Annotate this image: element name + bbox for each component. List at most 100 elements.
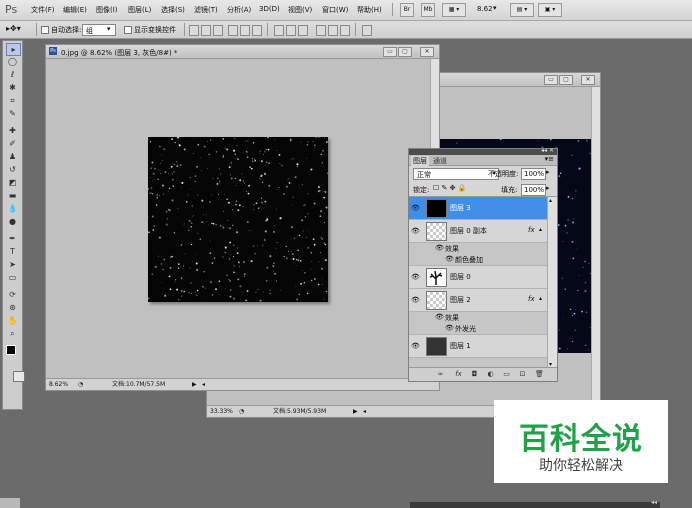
lock-icons[interactable]: ☐ ✎ ✥ 🔒 [433,184,466,192]
effects-row[interactable]: 👁 效果 [409,243,547,254]
delete-layer-icon[interactable]: 🗑 [535,371,544,378]
gradient-tool-icon[interactable]: ▬ [6,190,19,201]
collapse-effects-icon[interactable]: ▴ [539,295,542,302]
adjustment-layer-icon[interactable]: ◐ [487,371,494,378]
auto-align-layers-icon[interactable] [362,25,372,36]
eyedropper-tool-icon[interactable]: ✎ [6,108,19,119]
opacity-field[interactable]: 100% [521,168,546,180]
quick-selection-tool-icon[interactable]: ✱ [6,82,19,93]
distribute-vcenter-icon[interactable] [286,25,296,36]
blend-mode-dropdown[interactable]: 正常 ▾ [413,168,499,180]
doc1-scroll-left-icon[interactable]: ◂ [202,379,205,390]
menu-help[interactable]: 帮助(H) [357,5,382,15]
hand-tool-icon[interactable]: ✋ [6,315,19,326]
visibility-eye-icon[interactable]: 👁 [411,227,420,235]
minimize-icon[interactable]: ▭ [383,47,397,57]
align-vcenter-icon[interactable] [201,25,211,36]
arrange-documents-icon[interactable]: ▤ ▾ [510,3,534,17]
screen-mode-icon[interactable]: ▣ ▾ [538,3,562,17]
menu-layer[interactable]: 图层(L) [128,5,151,15]
align-top-icon[interactable] [189,25,199,36]
auto-select-checkbox[interactable]: 自动选择: [41,25,81,35]
close-icon[interactable]: ✕ [581,75,595,85]
fx-badge-icon[interactable]: fx [528,295,535,303]
collapse-panel-icon[interactable]: ◂◂ [651,499,657,506]
zoom-tool-icon[interactable]: ⌕ [6,328,19,339]
visibility-eye-icon[interactable]: 👁 [411,342,420,350]
menu-window[interactable]: 窗口(W) [322,5,348,15]
lasso-tool-icon[interactable]: ℓ [6,69,19,80]
layer-row[interactable]: 👁 图层 1 [409,335,547,358]
type-tool-icon[interactable]: T [6,246,19,257]
align-left-icon[interactable] [228,25,238,36]
menu-filter[interactable]: 滤镜(T) [194,5,218,15]
visibility-eye-icon[interactable]: 👁 [411,273,420,281]
eraser-tool-icon[interactable]: ◩ [6,177,19,188]
rectangle-tool-icon[interactable]: ▭ [6,272,19,283]
clone-stamp-tool-icon[interactable]: ♟ [6,151,19,162]
layer-row[interactable]: 👁 图层 0 [409,266,547,289]
scroll-up-icon[interactable]: ▴ [549,197,552,204]
add-style-icon[interactable]: fx [455,371,462,378]
minimize-icon[interactable]: ▭ [544,75,558,85]
path-selection-tool-icon[interactable]: ➤ [6,259,19,270]
blur-tool-icon[interactable]: 💧 [6,203,19,214]
show-transform-checkbox[interactable]: 显示变换控件 [124,25,176,35]
auto-select-dropdown[interactable]: 组 ▾ [82,24,116,36]
align-right-icon[interactable] [252,25,262,36]
zoom-level[interactable]: 8.62 [477,5,493,13]
collapse-effects-icon[interactable]: ▴ [539,226,542,233]
menu-view[interactable]: 视图(V) [288,5,312,15]
menu-edit[interactable]: 编辑(E) [63,5,87,15]
panel-menu-icon[interactable]: ▾≡ [545,155,554,163]
menu-analysis[interactable]: 分析(A) [227,5,251,15]
menu-select[interactable]: 选择(S) [161,5,185,15]
effects-row[interactable]: 👁 效果 [409,312,547,323]
fill-field[interactable]: 100% [521,184,546,196]
layer-row[interactable]: 👁 图层 3 [409,197,547,220]
distribute-bottom-icon[interactable] [298,25,308,36]
add-mask-icon[interactable]: ◘ [471,371,478,378]
distribute-left-icon[interactable] [316,25,326,36]
tab-channels[interactable]: 通道 [433,156,447,166]
effect-row[interactable]: 👁 外发光 [409,323,547,335]
doc1-starfield-image[interactable] [148,137,328,302]
effect-eye-icon[interactable]: 👁 [445,324,454,332]
healing-brush-tool-icon[interactable]: ✚ [6,125,19,136]
panel-collapse-icon[interactable]: ◂◂ ✕ [541,147,554,154]
move-tool-preset-icon[interactable]: ▸✥▾ [6,24,21,33]
brush-tool-icon[interactable]: ✐ [6,138,19,149]
doc1-status-menu-icon[interactable]: ▶ [192,379,197,390]
bridge-icon[interactable]: Br [400,3,414,17]
menu-image[interactable]: 图像(I) [96,5,118,15]
distribute-right-icon[interactable] [340,25,350,36]
menu-file[interactable]: 文件(F) [31,5,55,15]
3d-rotate-tool-icon[interactable]: ⟳ [6,289,19,300]
fill-slider-icon[interactable]: ▸ [546,184,550,192]
opacity-slider-icon[interactable]: ▸ [546,168,550,176]
marquee-tool-icon[interactable]: ◯ [6,56,19,67]
align-hcenter-icon[interactable] [240,25,250,36]
new-layer-icon[interactable]: ⊡ [519,371,526,378]
effects-eye-icon[interactable]: 👁 [435,244,444,252]
zoom-dropdown-icon[interactable]: ▾ [493,4,497,12]
menu-3d[interactable]: 3D(D) [259,5,280,13]
close-icon[interactable]: ✕ [420,47,434,57]
distribute-hcenter-icon[interactable] [328,25,338,36]
crop-tool-icon[interactable]: ⌗ [6,95,19,106]
effects-eye-icon[interactable]: 👁 [435,313,444,321]
layer-row[interactable]: 👁 图层 0 副本 fx ▴ [409,220,547,243]
doc1-zoom-field[interactable]: 8.62% [49,379,68,390]
align-bottom-icon[interactable] [213,25,223,36]
doc2-zoom-field[interactable]: 33.33% [210,406,233,417]
maximize-icon[interactable]: ▢ [559,75,573,85]
3d-orbit-tool-icon[interactable]: ⊛ [6,302,19,313]
distribute-top-icon[interactable] [274,25,284,36]
layer-row[interactable]: 👁 图层 2 fx ▴ [409,289,547,312]
visibility-eye-icon[interactable]: 👁 [411,204,420,212]
doc2-scroll-left-icon[interactable]: ◂ [363,406,366,417]
tab-layers[interactable]: 图层 [411,156,429,166]
fx-badge-icon[interactable]: fx [528,226,535,234]
link-layers-icon[interactable]: ∞ [437,371,444,378]
quick-mask-icon[interactable] [13,371,25,382]
